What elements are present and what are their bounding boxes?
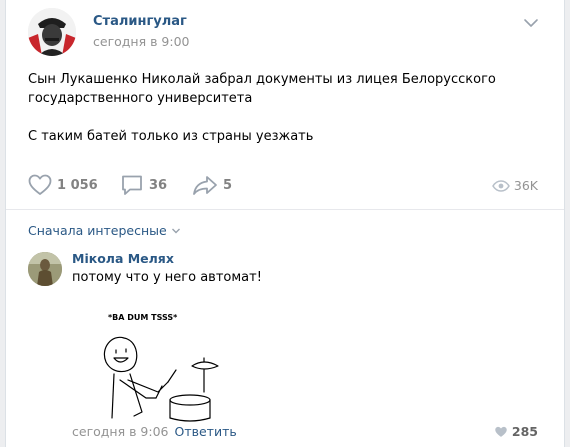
comment-author-link[interactable]: Мікола Мелях	[72, 251, 174, 266]
post-text-line: С таким батей только из страны уезжать	[28, 129, 314, 144]
heart-icon	[28, 174, 52, 195]
likes-count: 1 056	[57, 177, 98, 193]
heart-icon	[495, 426, 507, 437]
author-avatar[interactable]	[28, 8, 76, 56]
post-text-line: Сын Лукашенко Николай забрал документы и…	[28, 72, 496, 87]
comment-text: потому что у него автомат!	[72, 270, 262, 285]
comment-icon	[122, 175, 142, 195]
post-text: Сын Лукашенко Николай забрал документы и…	[28, 70, 538, 146]
eye-icon	[492, 179, 510, 192]
comments-sort-dropdown[interactable]: Сначала интересные	[28, 223, 181, 238]
comment-button[interactable]: 36	[120, 174, 167, 196]
comment-image[interactable]: *BA DUM TSSS*	[72, 300, 232, 422]
post-text-line: государственного университета	[28, 91, 253, 106]
shares-count: 5	[223, 177, 233, 193]
commenter-avatar[interactable]	[28, 252, 62, 286]
share-icon	[193, 176, 217, 195]
post-header: Сталингулаг сегодня в 9:00	[6, 0, 564, 65]
views-counter: 36K	[492, 178, 538, 193]
post-card: Сталингулаг сегодня в 9:00 Сын Лукашенко…	[5, 0, 565, 447]
comments-count: 36	[149, 177, 168, 193]
chevron-down-icon[interactable]	[522, 16, 540, 30]
comment-footer: сегодня в 9:06 Ответить	[72, 424, 237, 439]
comic-caption: *BA DUM TSSS*	[108, 313, 178, 322]
views-count: 36K	[513, 178, 538, 193]
comment-likes-count: 285	[511, 424, 538, 439]
like-button[interactable]: 1 056	[28, 174, 98, 196]
post-author-link[interactable]: Сталингулаг	[93, 14, 187, 29]
comments-sort-label: Сначала интересные	[28, 223, 167, 238]
post-actions-bar: 1 056 36 5	[6, 160, 564, 210]
post-timestamp[interactable]: сегодня в 9:00	[93, 34, 190, 49]
chevron-down-icon	[171, 228, 180, 233]
reply-button[interactable]: Ответить	[175, 424, 237, 439]
comment-like-button[interactable]: 285	[494, 424, 538, 439]
share-button[interactable]: 5	[192, 174, 232, 196]
comment-timestamp[interactable]: сегодня в 9:06	[72, 424, 169, 439]
